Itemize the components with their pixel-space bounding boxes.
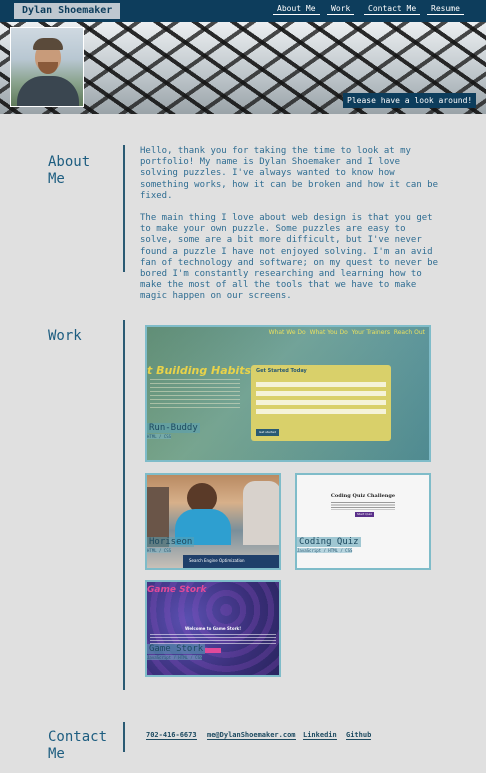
horiseon-banner: Search Engine Optimization — [183, 555, 279, 568]
hero-tagline: Please have a look around! — [343, 93, 477, 108]
horiseon-banner-text: Search Engine Optimization — [189, 558, 245, 563]
rb-nav-1: What We Do — [268, 329, 306, 336]
project-run-buddy[interactable]: What We Do What You Do Your Trainers Rea… — [145, 325, 431, 462]
top-nav-bar: Dylan Shoemaker About Me Work Contact Me… — [0, 0, 486, 22]
game-stork-logo: Game Stork — [147, 585, 207, 595]
project-horiseon-label: Horiseon — [147, 537, 195, 547]
contact-email-link[interactable]: me@DylanShoemaker.com — [207, 731, 296, 740]
project-run-buddy-label: Run-Buddy — [147, 423, 200, 433]
project-coding-quiz-label: Coding Quiz — [297, 537, 361, 547]
contact-title: Contact Me — [48, 729, 108, 762]
quiz-start-button: Start Quiz — [355, 512, 374, 517]
work-divider — [123, 320, 125, 690]
about-paragraph-1: Hello, thank you for taking the time to … — [140, 146, 439, 201]
about-text: Hello, thank you for taking the time to … — [140, 146, 440, 314]
project-horiseon[interactable]: Search Engine Optimization Horiseon HTML… — [145, 473, 281, 570]
nav-resume[interactable]: Resume — [427, 4, 464, 15]
project-game-stork-label: Game Stork — [147, 644, 206, 654]
nav-about-me[interactable]: About Me — [273, 4, 320, 15]
project-coding-quiz[interactable]: Coding Quiz Challenge Start Quiz Coding … — [295, 473, 431, 570]
contact-linkedin-link[interactable]: Linkedin — [303, 731, 337, 740]
project-game-stork[interactable]: Game Stork Welcome to Game Stork! Game S… — [145, 580, 281, 677]
contact-divider — [123, 722, 125, 752]
rb-form-title: Get Started Today — [256, 368, 307, 374]
work-title: Work — [48, 328, 82, 344]
rb-signup-form: Get Started Today Get started — [251, 365, 391, 441]
game-stork-welcome: Welcome to Game Stork! — [184, 626, 242, 631]
profile-photo — [10, 27, 84, 107]
rb-form-button: Get started — [256, 429, 280, 436]
contact-phone-link[interactable]: 702-416-6673 — [146, 731, 197, 740]
project-game-stork-sub: JavaScript / HTML / CSS — [147, 655, 203, 660]
rb-nav-2: What You Do — [309, 329, 348, 336]
project-horiseon-sub: HTML / CSS — [147, 548, 172, 553]
project-run-buddy-sub: HTML / CSS — [147, 434, 172, 439]
rb-nav-3: Your Trainers — [351, 329, 391, 336]
about-title: About Me — [48, 154, 91, 187]
about-paragraph-2: The main thing I love about web design i… — [140, 213, 439, 302]
rb-nav-4: Reach Out — [393, 329, 425, 336]
project-coding-quiz-sub: JavaScript / HTML / CSS — [297, 548, 353, 553]
about-divider — [123, 145, 125, 272]
nav-contact-me[interactable]: Contact Me — [364, 4, 421, 15]
nav-work[interactable]: Work — [327, 4, 355, 15]
site-brand[interactable]: Dylan Shoemaker — [14, 3, 121, 19]
contact-github-link[interactable]: Github — [346, 731, 372, 740]
quiz-title: Coding Quiz Challenge — [330, 493, 396, 499]
rb-headline: t Building Habits — [147, 364, 252, 377]
